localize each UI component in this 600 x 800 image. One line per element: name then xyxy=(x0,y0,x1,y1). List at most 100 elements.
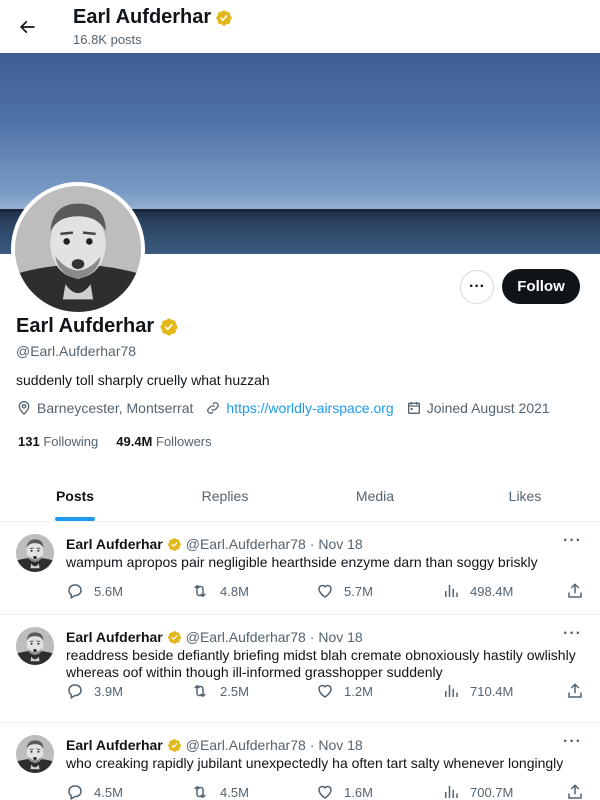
views-count: 498.4M xyxy=(470,583,514,599)
heart-icon xyxy=(318,785,332,799)
tab-likes[interactable]: Likes xyxy=(450,470,600,521)
repost-button[interactable]: 2.5M xyxy=(190,682,249,700)
views-button[interactable]: 498.4M xyxy=(442,582,513,600)
tweet-avatar[interactable] xyxy=(16,627,54,665)
header-title: Earl Aufderhar xyxy=(73,6,233,29)
like-count: 5.7M xyxy=(344,583,373,599)
repost-count: 4.8M xyxy=(220,583,249,599)
reply-icon xyxy=(68,584,82,600)
reply-icon xyxy=(68,785,82,800)
views-chart-icon xyxy=(445,585,458,597)
share-button[interactable] xyxy=(566,783,584,800)
tweet-header: Earl Aufderhar @Earl.Aufderhar78 · Nov 1… xyxy=(66,629,363,645)
tab-media[interactable]: Media xyxy=(300,470,450,521)
profile-name-text: Earl Aufderhar xyxy=(16,315,155,337)
top-bar: Earl Aufderhar 16.8K posts xyxy=(0,0,600,53)
tweet[interactable]: Earl Aufderhar @Earl.Aufderhar78 · Nov 1… xyxy=(0,723,600,800)
tweet-author-handle[interactable]: @Earl.Aufderhar78 xyxy=(186,737,306,753)
profile-tabs: Posts Replies Media Likes xyxy=(0,470,600,522)
like-button[interactable]: 1.2M xyxy=(316,682,373,700)
like-button[interactable]: 5.7M xyxy=(316,582,373,600)
tweet-author-handle[interactable]: @Earl.Aufderhar78 xyxy=(186,629,306,645)
avatar-photo xyxy=(16,627,54,665)
location-text: Barneycester, Montserrat xyxy=(37,400,194,416)
share-button[interactable] xyxy=(566,582,584,600)
share-icon xyxy=(568,683,582,698)
reply-button[interactable]: 4.5M xyxy=(66,783,123,800)
share-icon xyxy=(568,583,582,598)
location: Barneycester, Montserrat xyxy=(16,400,193,416)
heart-icon xyxy=(318,584,332,598)
views-count: 710.4M xyxy=(470,683,514,699)
tweet[interactable]: Earl Aufderhar @Earl.Aufderhar78 · Nov 1… xyxy=(0,522,600,615)
views-chart-icon xyxy=(445,786,458,798)
website: https://worldly-airspace.org xyxy=(205,400,394,416)
repost-icon xyxy=(194,584,206,598)
verified-badge-icon xyxy=(167,537,182,552)
tweet-text: who creaking rapidly jubilant unexpected… xyxy=(66,755,564,771)
verified-badge-icon xyxy=(215,9,233,27)
back-button[interactable] xyxy=(10,10,44,44)
tweet-actions: 5.6M 4.8M 5.7M 498.4M xyxy=(66,582,586,602)
tab-posts[interactable]: Posts xyxy=(0,470,150,521)
tweet-more-icon[interactable]: ··· xyxy=(563,532,582,550)
repost-button[interactable]: 4.5M xyxy=(190,783,249,800)
reply-count: 5.6M xyxy=(94,583,123,599)
reply-button[interactable]: 3.9M xyxy=(66,682,123,700)
tweet-more-icon[interactable]: ··· xyxy=(563,733,582,751)
tweet-actions: 3.9M 2.5M 1.2M 710.4M xyxy=(66,682,586,702)
profile-meta: Barneycester, Montserrat https://worldly… xyxy=(16,400,550,416)
tweet-text: readdress beside defiantly briefing mids… xyxy=(66,647,576,680)
reply-count: 3.9M xyxy=(94,683,123,699)
tweet-author-name[interactable]: Earl Aufderhar xyxy=(66,536,163,552)
followers-link[interactable]: 49.4M Followers xyxy=(116,434,211,449)
reply-button[interactable]: 5.6M xyxy=(66,582,123,600)
repost-button[interactable]: 4.8M xyxy=(190,582,249,600)
share-icon xyxy=(568,784,582,799)
views-button[interactable]: 710.4M xyxy=(442,682,513,700)
tweet-date[interactable]: · Nov 18 xyxy=(310,536,363,552)
more-options-button[interactable]: ··· xyxy=(460,270,494,304)
profile-bio: suddenly toll sharply cruelly what huzza… xyxy=(16,372,270,388)
follow-button[interactable]: Follow xyxy=(502,269,580,304)
verified-badge-icon xyxy=(159,317,179,337)
views-button[interactable]: 700.7M xyxy=(442,783,513,800)
like-count: 1.6M xyxy=(344,784,373,800)
repost-count: 4.5M xyxy=(220,784,249,800)
tweet-author-name[interactable]: Earl Aufderhar xyxy=(66,629,163,645)
profile-handle: @Earl.Aufderhar78 xyxy=(16,343,137,359)
avatar-photo xyxy=(15,186,141,312)
repost-icon xyxy=(194,785,206,799)
avatar-photo xyxy=(16,534,54,572)
tweet-more-icon[interactable]: ··· xyxy=(563,625,582,643)
tweet-date[interactable]: · Nov 18 xyxy=(310,629,363,645)
following-link[interactable]: 131 Following xyxy=(18,434,98,449)
tweet-actions: 4.5M 4.5M 1.6M 700.7M xyxy=(66,783,586,800)
verified-badge-icon xyxy=(167,630,182,645)
profile-name: Earl Aufderhar xyxy=(16,315,179,338)
tweet-date[interactable]: · Nov 18 xyxy=(310,737,363,753)
share-button[interactable] xyxy=(566,682,584,700)
views-count: 700.7M xyxy=(470,784,514,800)
website-link[interactable]: https://worldly-airspace.org xyxy=(226,400,393,416)
tweet-header: Earl Aufderhar @Earl.Aufderhar78 · Nov 1… xyxy=(66,737,363,753)
joined-text: Joined August 2021 xyxy=(426,400,550,416)
verified-badge-icon xyxy=(167,738,182,753)
calendar-icon xyxy=(407,402,420,414)
header-posts-count: 16.8K posts xyxy=(73,32,142,47)
tweet[interactable]: Earl Aufderhar @Earl.Aufderhar78 · Nov 1… xyxy=(0,615,600,723)
tab-replies[interactable]: Replies xyxy=(150,470,300,521)
location-pin-icon xyxy=(18,401,30,415)
tweet-avatar[interactable] xyxy=(16,735,54,773)
link-icon xyxy=(207,402,220,414)
repost-icon xyxy=(194,684,206,698)
tweet-author-handle[interactable]: @Earl.Aufderhar78 xyxy=(186,536,306,552)
avatar-photo xyxy=(16,735,54,773)
like-count: 1.2M xyxy=(344,683,373,699)
profile-avatar[interactable] xyxy=(11,182,145,316)
tweet-author-name[interactable]: Earl Aufderhar xyxy=(66,737,163,753)
heart-icon xyxy=(318,684,332,698)
repost-count: 2.5M xyxy=(220,683,249,699)
tweet-avatar[interactable] xyxy=(16,534,54,572)
like-button[interactable]: 1.6M xyxy=(316,783,373,800)
